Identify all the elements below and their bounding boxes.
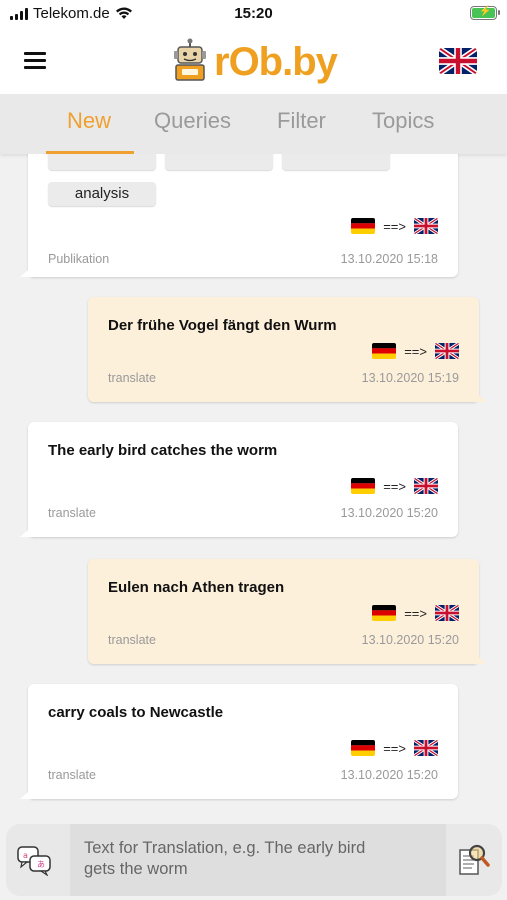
app-header: rOb.by	[0, 28, 507, 94]
arrow-text: ==>	[404, 343, 427, 359]
uk-flag-icon	[414, 218, 438, 234]
message-meta: translate 13.10.2020 15:20	[108, 633, 459, 647]
status-time: 15:20	[234, 5, 273, 22]
battery-icon: ⚡	[470, 6, 500, 20]
message-text: The early bird catches the worm	[48, 442, 278, 459]
arrow-text: ==>	[383, 218, 406, 234]
uk-flag-icon	[435, 343, 459, 359]
message-type: Publikation	[48, 252, 110, 266]
status-bar: Telekom.de 15:20 ⚡	[0, 0, 507, 28]
message-bubble: The early bird catches the worm ==> tran…	[20, 422, 458, 537]
tab-bar: New Queries Filter Topics	[0, 94, 507, 154]
robot-icon	[174, 38, 206, 81]
svg-text:a: a	[23, 851, 28, 860]
uk-flag-icon[interactable]	[439, 48, 477, 74]
bubble-tail	[473, 652, 487, 664]
language-direction: ==>	[351, 478, 438, 494]
language-direction: ==>	[351, 740, 438, 756]
bubble-tail	[20, 525, 34, 537]
german-flag-icon	[351, 478, 376, 494]
german-flag-icon	[372, 605, 397, 621]
chat-bubbles-icon[interactable]: a あ	[16, 844, 52, 876]
arrow-text: ==>	[383, 478, 406, 494]
tab-topics[interactable]: Topics	[372, 108, 434, 134]
message-list[interactable]: analysis ==> Publikation 13.10.2020 15:1…	[0, 154, 507, 820]
german-flag-icon	[351, 740, 376, 756]
input-placeholder-line1: Text for Translation, e.g. The early bir…	[84, 839, 366, 857]
message-text: carry coals to Newcastle	[48, 704, 224, 721]
tag-chip[interactable]: analysis	[48, 182, 156, 206]
message-meta: translate 13.10.2020 15:20	[48, 768, 438, 782]
german-flag-icon	[351, 218, 376, 234]
uk-flag-icon	[414, 478, 438, 494]
tag-chip[interactable]	[165, 154, 273, 170]
logo-text: rOb.by	[214, 40, 338, 84]
message-timestamp: 13.10.2020 15:20	[340, 506, 438, 520]
app-logo: rOb.by	[170, 38, 338, 84]
tag-chip[interactable]	[282, 154, 390, 170]
bubble-tail	[20, 787, 34, 799]
message-meta: translate 13.10.2020 15:19	[108, 371, 459, 385]
translation-input[interactable]: Text for Translation, e.g. The early bir…	[70, 824, 446, 896]
svg-text:あ: あ	[37, 860, 45, 869]
tab-queries[interactable]: Queries	[154, 108, 231, 134]
language-direction: ==>	[372, 343, 459, 359]
arrow-text: ==>	[383, 740, 406, 756]
search-document-icon[interactable]	[456, 842, 490, 878]
arrow-text: ==>	[404, 605, 427, 621]
bubble-tail	[20, 265, 34, 277]
german-flag-icon	[372, 343, 397, 359]
message-bubble: Eulen nach Athen tragen ==> translate 13…	[88, 559, 487, 664]
language-direction: ==>	[372, 605, 459, 621]
message-meta: translate 13.10.2020 15:20	[48, 506, 438, 520]
message-bubble: analysis ==> Publikation 13.10.2020 15:1…	[20, 154, 458, 277]
language-direction: ==>	[351, 218, 438, 234]
message-text: Der frühe Vogel fängt den Wurm	[108, 317, 337, 334]
uk-flag-icon	[414, 740, 438, 756]
input-placeholder-line2: gets the worm	[84, 860, 188, 878]
message-bubble: carry coals to Newcastle ==> translate 1…	[20, 684, 458, 799]
message-timestamp: 13.10.2020 15:18	[340, 252, 438, 266]
tab-filter[interactable]: Filter	[277, 108, 326, 134]
translation-input-bar: a あ Text for Translation, e.g. The early…	[6, 824, 502, 896]
uk-flag-icon	[435, 605, 459, 621]
message-bubble: Der frühe Vogel fängt den Wurm ==> trans…	[88, 297, 487, 402]
bubble-tail	[473, 390, 487, 402]
message-meta: Publikation 13.10.2020 15:18	[48, 252, 438, 266]
message-timestamp: 13.10.2020 15:20	[340, 768, 438, 782]
message-text: Eulen nach Athen tragen	[108, 579, 285, 596]
tab-new[interactable]: New	[67, 108, 111, 134]
message-type: translate	[48, 506, 96, 520]
message-timestamp: 13.10.2020 15:20	[361, 633, 459, 647]
message-type: translate	[108, 371, 156, 385]
menu-icon[interactable]	[24, 52, 46, 69]
message-type: translate	[108, 633, 156, 647]
tag-chip[interactable]	[48, 154, 156, 170]
message-timestamp: 13.10.2020 15:19	[361, 371, 459, 385]
message-type: translate	[48, 768, 96, 782]
